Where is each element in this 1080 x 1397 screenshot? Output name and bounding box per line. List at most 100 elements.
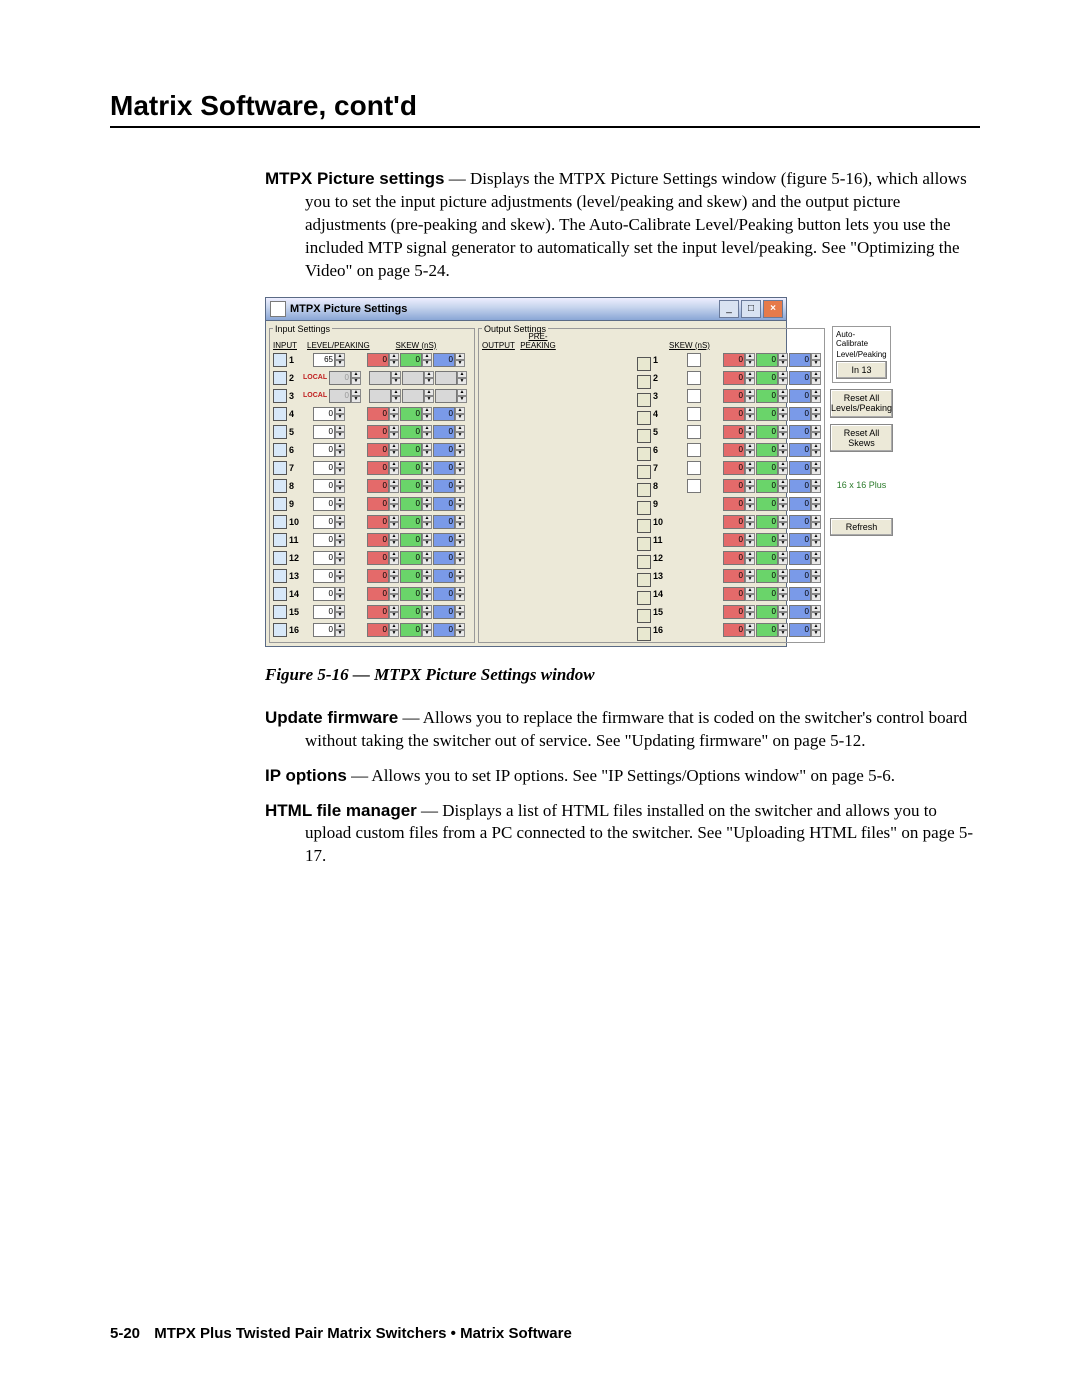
spin-up-icon[interactable]: ▲ xyxy=(811,461,821,468)
spin-down-icon[interactable]: ▼ xyxy=(389,522,399,529)
spin-value[interactable]: 0 xyxy=(329,389,351,403)
spin-value[interactable]: 0 xyxy=(367,569,389,583)
spin-control[interactable]: 0 ▲▼ xyxy=(789,479,821,493)
spin-up-icon[interactable]: ▲ xyxy=(778,479,788,486)
spin-value[interactable]: 0 xyxy=(400,605,422,619)
spin-control[interactable]: 0 ▲▼ xyxy=(756,497,788,511)
spin-down-icon[interactable]: ▼ xyxy=(335,414,345,421)
spin-control[interactable]: ▲▼ xyxy=(369,371,401,385)
spin-value[interactable]: 0 xyxy=(367,515,389,529)
spin-down-icon[interactable]: ▼ xyxy=(745,504,755,511)
spin-control[interactable]: 0 ▲▼ xyxy=(756,371,788,385)
spin-control[interactable]: 0 ▲▼ xyxy=(756,479,788,493)
spin-value[interactable]: 0 xyxy=(367,353,389,367)
spin-down-icon[interactable]: ▼ xyxy=(455,630,465,637)
spin-value[interactable]: 0 xyxy=(400,551,422,565)
spin-control[interactable]: 0 ▲▼ xyxy=(723,569,755,583)
spin-up-icon[interactable]: ▲ xyxy=(389,479,399,486)
spin-value[interactable]: 0 xyxy=(313,479,335,493)
spin-down-icon[interactable]: ▼ xyxy=(389,540,399,547)
spin-control[interactable]: 0 ▲▼ xyxy=(313,515,345,529)
spin-control[interactable]: 0 ▲▼ xyxy=(756,569,788,583)
spin-up-icon[interactable]: ▲ xyxy=(335,623,345,630)
spin-control[interactable]: 0 ▲▼ xyxy=(313,605,345,619)
spin-control[interactable]: 0 ▲▼ xyxy=(433,407,465,421)
spin-down-icon[interactable]: ▼ xyxy=(455,522,465,529)
spin-down-icon[interactable]: ▼ xyxy=(335,576,345,583)
spin-up-icon[interactable]: ▲ xyxy=(745,551,755,558)
spin-up-icon[interactable]: ▲ xyxy=(335,497,345,504)
spin-control[interactable]: 0 ▲▼ xyxy=(367,551,399,565)
spin-control[interactable]: 0 ▲▼ xyxy=(433,515,465,529)
spin-up-icon[interactable]: ▲ xyxy=(424,371,434,378)
spin-control[interactable]: 0 ▲▼ xyxy=(400,461,432,475)
prepeak-checkbox[interactable] xyxy=(687,389,701,403)
spin-up-icon[interactable]: ▲ xyxy=(389,623,399,630)
spin-up-icon[interactable]: ▲ xyxy=(745,533,755,540)
spin-down-icon[interactable]: ▼ xyxy=(389,594,399,601)
spin-control[interactable]: 0 ▲▼ xyxy=(723,605,755,619)
spin-value[interactable]: 0 xyxy=(313,569,335,583)
spin-value[interactable]: 0 xyxy=(313,425,335,439)
spin-value[interactable]: 0 xyxy=(400,425,422,439)
spin-value[interactable] xyxy=(402,371,424,385)
spin-control[interactable]: 0 ▲▼ xyxy=(367,461,399,475)
spin-value[interactable]: 0 xyxy=(400,407,422,421)
spin-value[interactable]: 0 xyxy=(367,443,389,457)
spin-up-icon[interactable]: ▲ xyxy=(778,515,788,522)
spin-down-icon[interactable]: ▼ xyxy=(811,612,821,619)
spin-up-icon[interactable]: ▲ xyxy=(455,515,465,522)
spin-up-icon[interactable]: ▲ xyxy=(455,533,465,540)
spin-control[interactable]: 0 ▲▼ xyxy=(789,353,821,367)
spin-down-icon[interactable]: ▼ xyxy=(335,504,345,511)
spin-down-icon[interactable]: ▼ xyxy=(335,468,345,475)
spin-down-icon[interactable]: ▼ xyxy=(389,486,399,493)
spin-up-icon[interactable]: ▲ xyxy=(389,407,399,414)
spin-up-icon[interactable]: ▲ xyxy=(422,533,432,540)
spin-down-icon[interactable]: ▼ xyxy=(778,396,788,403)
spin-value[interactable]: 0 xyxy=(756,605,778,619)
spin-control[interactable]: 0 ▲▼ xyxy=(313,623,345,637)
spin-value[interactable]: 0 xyxy=(313,587,335,601)
spin-up-icon[interactable]: ▲ xyxy=(335,587,345,594)
spin-up-icon[interactable]: ▲ xyxy=(335,443,345,450)
spin-value[interactable]: 0 xyxy=(433,353,455,367)
spin-control[interactable]: 0 ▲▼ xyxy=(367,569,399,583)
spin-value[interactable]: 0 xyxy=(313,551,335,565)
spin-up-icon[interactable]: ▲ xyxy=(422,587,432,594)
spin-control[interactable]: 0 ▲▼ xyxy=(756,605,788,619)
spin-down-icon[interactable]: ▼ xyxy=(455,450,465,457)
spin-value[interactable]: 65 xyxy=(313,353,335,367)
spin-control[interactable]: 0 ▲▼ xyxy=(756,515,788,529)
spin-down-icon[interactable]: ▼ xyxy=(811,432,821,439)
spin-control[interactable]: 0 ▲▼ xyxy=(756,461,788,475)
spin-down-icon[interactable]: ▼ xyxy=(389,450,399,457)
spin-control[interactable]: 0 ▲▼ xyxy=(789,389,821,403)
spin-up-icon[interactable]: ▲ xyxy=(745,425,755,432)
spin-down-icon[interactable]: ▼ xyxy=(455,576,465,583)
spin-down-icon[interactable]: ▼ xyxy=(389,558,399,565)
spin-up-icon[interactable]: ▲ xyxy=(389,569,399,576)
spin-value[interactable]: 0 xyxy=(723,551,745,565)
spin-up-icon[interactable]: ▲ xyxy=(335,479,345,486)
spin-control[interactable]: 0 ▲▼ xyxy=(313,551,345,565)
reset-levels-button[interactable]: Reset All Levels/Peaking xyxy=(830,389,893,419)
spin-value[interactable]: 0 xyxy=(433,587,455,601)
spin-value[interactable]: 0 xyxy=(723,425,745,439)
spin-up-icon[interactable]: ▲ xyxy=(811,389,821,396)
spin-down-icon[interactable]: ▼ xyxy=(778,522,788,529)
spin-value[interactable]: 0 xyxy=(433,443,455,457)
prepeak-checkbox[interactable] xyxy=(687,407,701,421)
spin-up-icon[interactable]: ▲ xyxy=(389,425,399,432)
spin-value[interactable]: 0 xyxy=(367,461,389,475)
spin-down-icon[interactable]: ▼ xyxy=(389,468,399,475)
spin-down-icon[interactable]: ▼ xyxy=(778,378,788,385)
spin-down-icon[interactable]: ▼ xyxy=(745,468,755,475)
spin-control[interactable]: ▲▼ xyxy=(402,371,434,385)
spin-control[interactable]: 0 ▲▼ xyxy=(723,389,755,403)
spin-up-icon[interactable]: ▲ xyxy=(422,623,432,630)
spin-control[interactable]: 0 ▲▼ xyxy=(400,497,432,511)
spin-control[interactable]: 0 ▲▼ xyxy=(433,551,465,565)
spin-control[interactable]: 0 ▲▼ xyxy=(723,407,755,421)
spin-value[interactable]: 0 xyxy=(789,407,811,421)
